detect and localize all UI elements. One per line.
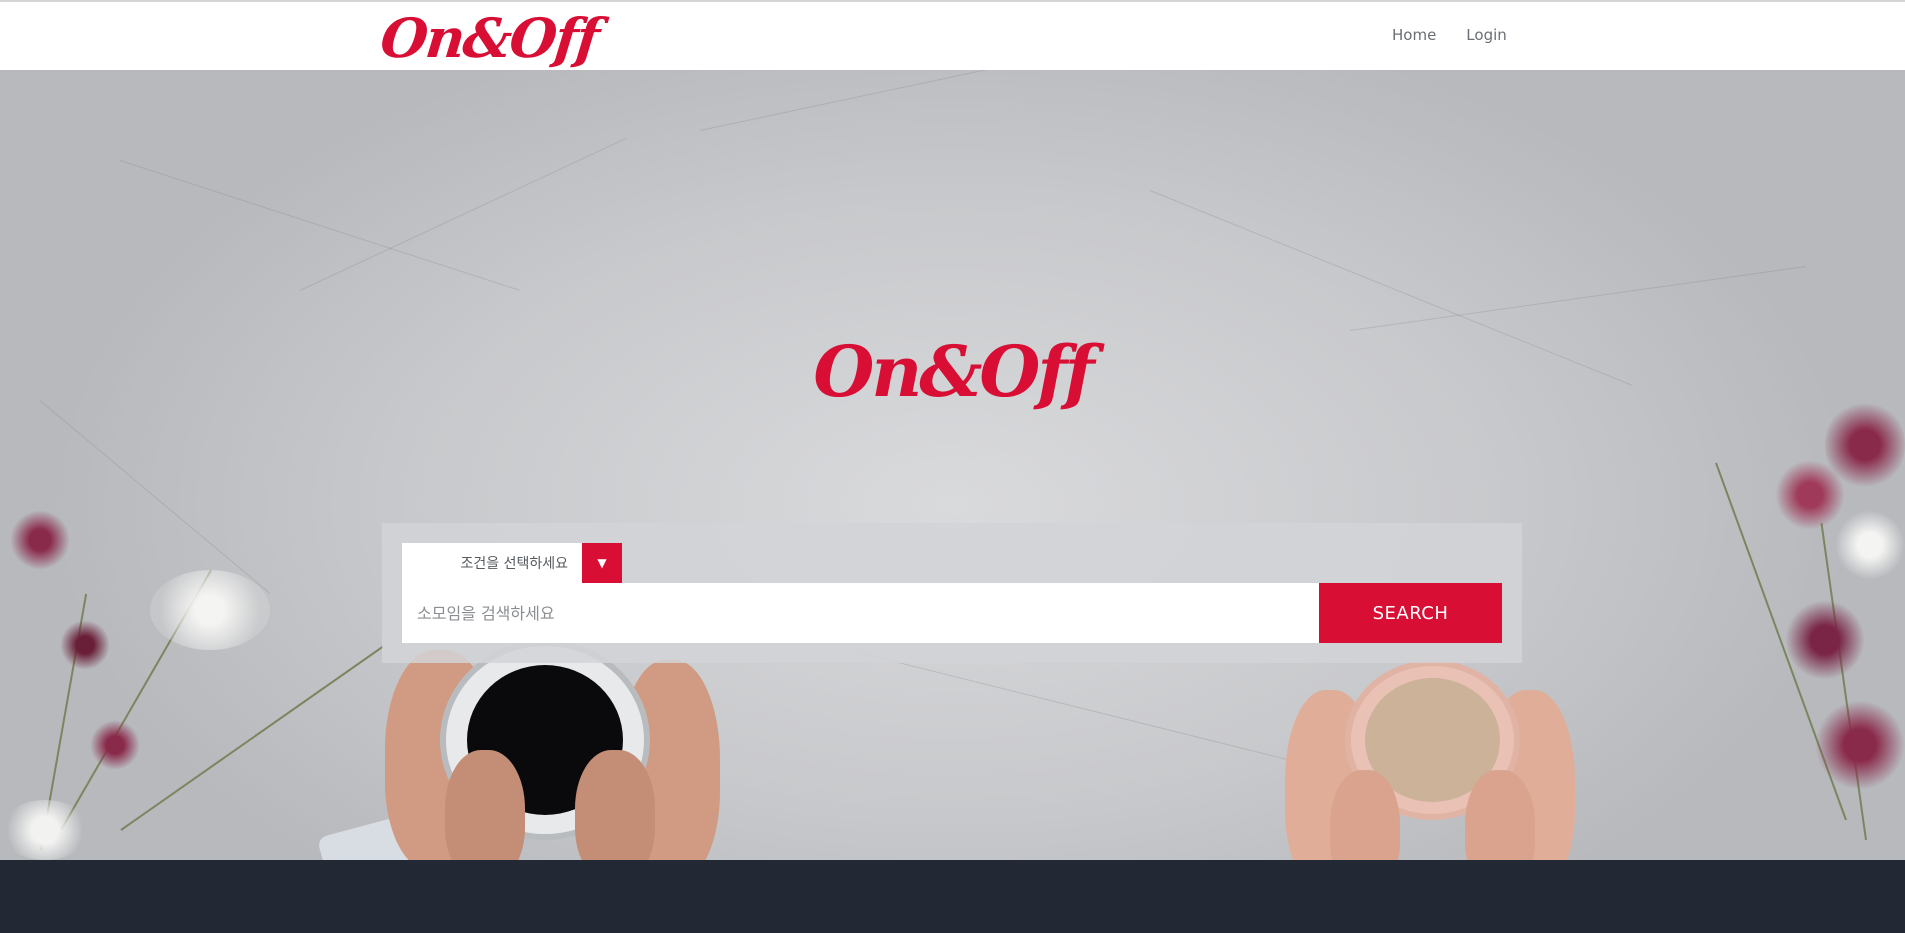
caret-down-icon[interactable]: ▼ bbox=[582, 543, 622, 583]
nav-login-link[interactable]: Login bbox=[1466, 26, 1506, 44]
nav-home-link[interactable]: Home bbox=[1392, 26, 1436, 44]
flowers-left bbox=[0, 470, 384, 860]
navbar: On&Off Home Login bbox=[0, 2, 1905, 70]
marble-vein bbox=[119, 160, 520, 291]
page: On&Off Home Login On&Off 조건을 선택하세요 ▼ 소모임… bbox=[0, 0, 1905, 933]
search-input[interactable] bbox=[402, 583, 1319, 643]
coffee-cup-latte-image bbox=[1285, 660, 1575, 860]
condition-select-label: 조건을 선택하세요 bbox=[460, 556, 569, 572]
search-panel: 조건을 선택하세요 ▼ SEARCH bbox=[382, 523, 1522, 663]
hero-logo: On&Off bbox=[813, 330, 1094, 413]
footer bbox=[0, 860, 1905, 933]
search-button[interactable]: SEARCH bbox=[1319, 583, 1502, 643]
brand-logo[interactable]: On&Off bbox=[378, 6, 601, 70]
marble-vein bbox=[849, 650, 1336, 772]
coffee-cup-dark-image bbox=[316, 630, 725, 860]
nav-links: Home Login bbox=[1392, 26, 1507, 44]
flowers-right bbox=[1715, 400, 1905, 860]
condition-select[interactable]: 조건을 선택하세요 ▼ bbox=[402, 543, 622, 583]
marble-vein bbox=[699, 70, 1072, 131]
hero-section: On&Off 조건을 선택하세요 ▼ SEARCH bbox=[0, 70, 1905, 860]
marble-vein bbox=[299, 137, 627, 291]
